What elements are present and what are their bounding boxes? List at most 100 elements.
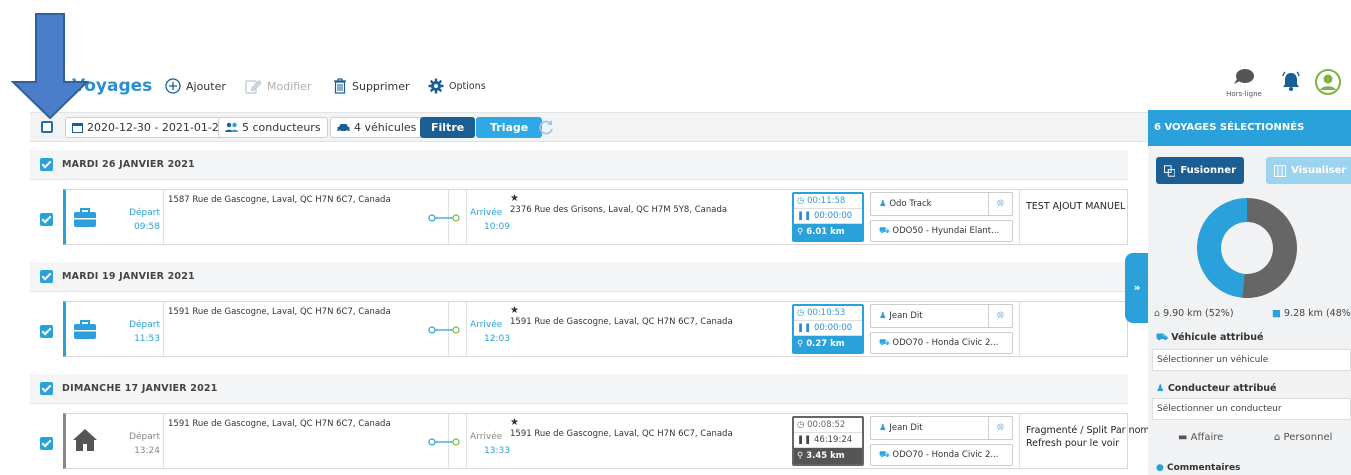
vehicle-select[interactable]: ⛟ ODO70 - Honda Civic 2... (870, 332, 1013, 354)
person-icon: ♟ (879, 199, 890, 209)
day-header: MARDI 19 JANVIER 2021 (30, 262, 1128, 292)
add-button[interactable]: Ajouter (165, 78, 226, 94)
trip-note: TEST AJOUT MANUEL (1026, 200, 1125, 213)
car-icon: ⛟ (1156, 332, 1172, 343)
collapse-panel-button[interactable]: » (1125, 253, 1149, 323)
trip-row[interactable]: Départ 11:53 1591 Rue de Gascogne, Laval,… (30, 298, 1128, 360)
pause-value: 00:00:00 (813, 211, 853, 221)
star-icon[interactable]: ★ (510, 417, 519, 428)
driver-name: ♟ Jean Dit (879, 311, 923, 321)
users-icon (225, 122, 238, 132)
date-range-label: 2020-12-30 - 2021-01-28 (87, 121, 226, 134)
driver-name: ♟ Jean Dit (879, 423, 923, 433)
trip-row[interactable]: Départ 09:58 1587 Rue de Gascogne, Laval,… (30, 186, 1128, 248)
trip-checkbox[interactable] (40, 325, 53, 338)
trip-row[interactable]: Départ 13:24 1591 Rue de Gascogne, Laval,… (30, 410, 1165, 472)
notifications-button[interactable] (1280, 70, 1302, 95)
trip-card[interactable]: Départ 11:53 1591 Rue de Gascogne, Laval,… (63, 301, 1128, 357)
home-icon (73, 429, 97, 451)
duration: ◷ 00:11:58 (794, 194, 862, 209)
divider (163, 414, 164, 468)
duration-value: 00:08:52 (807, 420, 846, 430)
sort-button[interactable]: Triage (476, 117, 543, 138)
view-button[interactable]: Visualiser (1266, 157, 1351, 184)
options-button[interactable]: Options (428, 78, 486, 94)
clear-driver-icon[interactable]: ⊗ (988, 193, 1012, 215)
person-icon: ♟ (1156, 383, 1168, 394)
driver-select[interactable]: ♟ Jean Dit ⊗ (870, 416, 1013, 440)
clock-icon: ◷ (797, 196, 808, 206)
trip-stats: ◷ 00:11:58 ❚❚ 00:00:00 ⚲ 6.01 km (792, 192, 864, 242)
briefcase-icon (74, 320, 96, 339)
clock-icon: ◷ (797, 308, 808, 318)
gear-icon (428, 78, 444, 94)
vehicle-assigned-text: Véhicule attribué (1171, 332, 1264, 343)
vehicle-name: ⛟ ODO70 - Honda Civic 2... (879, 338, 998, 349)
delete-button[interactable]: Supprimer (333, 78, 410, 94)
depart-label: Départ (129, 208, 160, 218)
comments-text: Commentaires (1167, 463, 1241, 473)
depart-time: 13:24 (134, 446, 160, 456)
date-range-button[interactable]: 2020-12-30 - 2021-01-28 (65, 117, 233, 138)
driver-assigned-label: ♟ Conducteur attribué (1156, 383, 1276, 394)
vehicle-text: ODO70 - Honda Civic 2... (892, 450, 999, 460)
person-icon: ♟ (879, 311, 890, 321)
vehicle-dropdown[interactable]: Sélectionner un véhicule (1152, 349, 1351, 371)
trash-icon (334, 78, 346, 94)
day-label: MARDI 19 JANVIER 2021 (62, 271, 195, 282)
clear-driver-icon[interactable]: ⊗ (988, 417, 1012, 439)
day-checkbox[interactable] (40, 158, 53, 171)
map-icon (1274, 164, 1286, 177)
business-distance-value: 9.28 km (48%) (1284, 308, 1351, 319)
arrive-label: Arrivée (470, 432, 503, 442)
vehicle-select[interactable]: ⛟ ODO70 - Honda Civic 2... (870, 444, 1013, 466)
duration-value: 00:10:53 (807, 308, 846, 318)
select-all-checkbox[interactable] (41, 121, 53, 133)
arrive-label: Arrivée (470, 320, 503, 330)
merge-button[interactable]: Fusionner (1156, 157, 1244, 184)
tab-business[interactable]: ▬ Affaire (1178, 432, 1223, 443)
trip-note: Fragmenté / Split Par nombre Refresh pour… (1026, 424, 1165, 450)
filter-button[interactable]: Filtre (420, 117, 476, 138)
trip-checkbox[interactable] (40, 437, 53, 450)
avatar[interactable] (1315, 69, 1341, 98)
options-label: Options (449, 80, 486, 92)
arrival: Arrivée 12:03 (470, 318, 510, 346)
distance: ⚲ 0.27 km (794, 336, 862, 352)
plus-circle-icon (165, 78, 181, 94)
divider (1019, 302, 1020, 356)
star-icon[interactable]: ★ (510, 193, 519, 204)
vehicle-name: ⛟ ODO70 - Honda Civic 2... (879, 450, 998, 461)
trip-stats: ◷ 00:10:53 ❚❚ 00:00:00 ⚲ 0.27 km (792, 304, 864, 354)
drivers-filter-button[interactable]: 5 conducteurs (218, 117, 328, 138)
trip-card[interactable]: Départ 13:24 1591 Rue de Gascogne, Laval,… (63, 413, 1165, 469)
day-header: MARDI 26 JANVIER 2021 (30, 150, 1128, 180)
clear-driver-icon[interactable]: ⊗ (988, 305, 1012, 327)
from-address: 1591 Rue de Gascogne, Laval, QC H7N 6C7,… (168, 307, 391, 317)
edit-button[interactable]: Modifier (245, 78, 311, 94)
vehicle-select[interactable]: ⛟ ODO50 - Hyundai Elant... (870, 220, 1013, 242)
connection-status[interactable]: Hors-ligne (1224, 68, 1264, 98)
driver-dropdown[interactable]: Sélectionner un conducteur (1152, 398, 1351, 420)
trip-checkbox[interactable] (40, 213, 53, 226)
vehicles-filter-label: 4 véhicules (354, 121, 417, 134)
star-icon[interactable]: ★ (510, 305, 519, 316)
divider (163, 302, 164, 356)
car-icon (337, 123, 350, 133)
refresh-button[interactable] (538, 119, 554, 138)
distance-value: 6.01 km (806, 227, 845, 237)
driver-select[interactable]: ♟ Odo Track ⊗ (870, 192, 1013, 216)
pin-icon: ⚲ (797, 451, 807, 461)
day-checkbox[interactable] (40, 270, 53, 283)
status-label: Hors-ligne (1226, 90, 1262, 98)
arrive-time: 10:09 (484, 222, 510, 232)
vehicles-filter-button[interactable]: 4 véhicules (330, 117, 424, 138)
tab-personal[interactable]: ⌂ Personnel (1274, 432, 1332, 443)
trip-card[interactable]: Départ 09:58 1587 Rue de Gascogne, Laval,… (63, 189, 1128, 245)
selection-panel: 6 VOYAGES SÉLECTIONNÉS Fusionner Visuali… (1148, 110, 1351, 475)
pause-value: 46:19:24 (813, 435, 853, 445)
departure: Départ 11:53 (116, 318, 160, 346)
day-checkbox[interactable] (40, 382, 53, 395)
driver-select[interactable]: ♟ Jean Dit ⊗ (870, 304, 1013, 328)
view-label: Visualiser (1291, 165, 1347, 176)
